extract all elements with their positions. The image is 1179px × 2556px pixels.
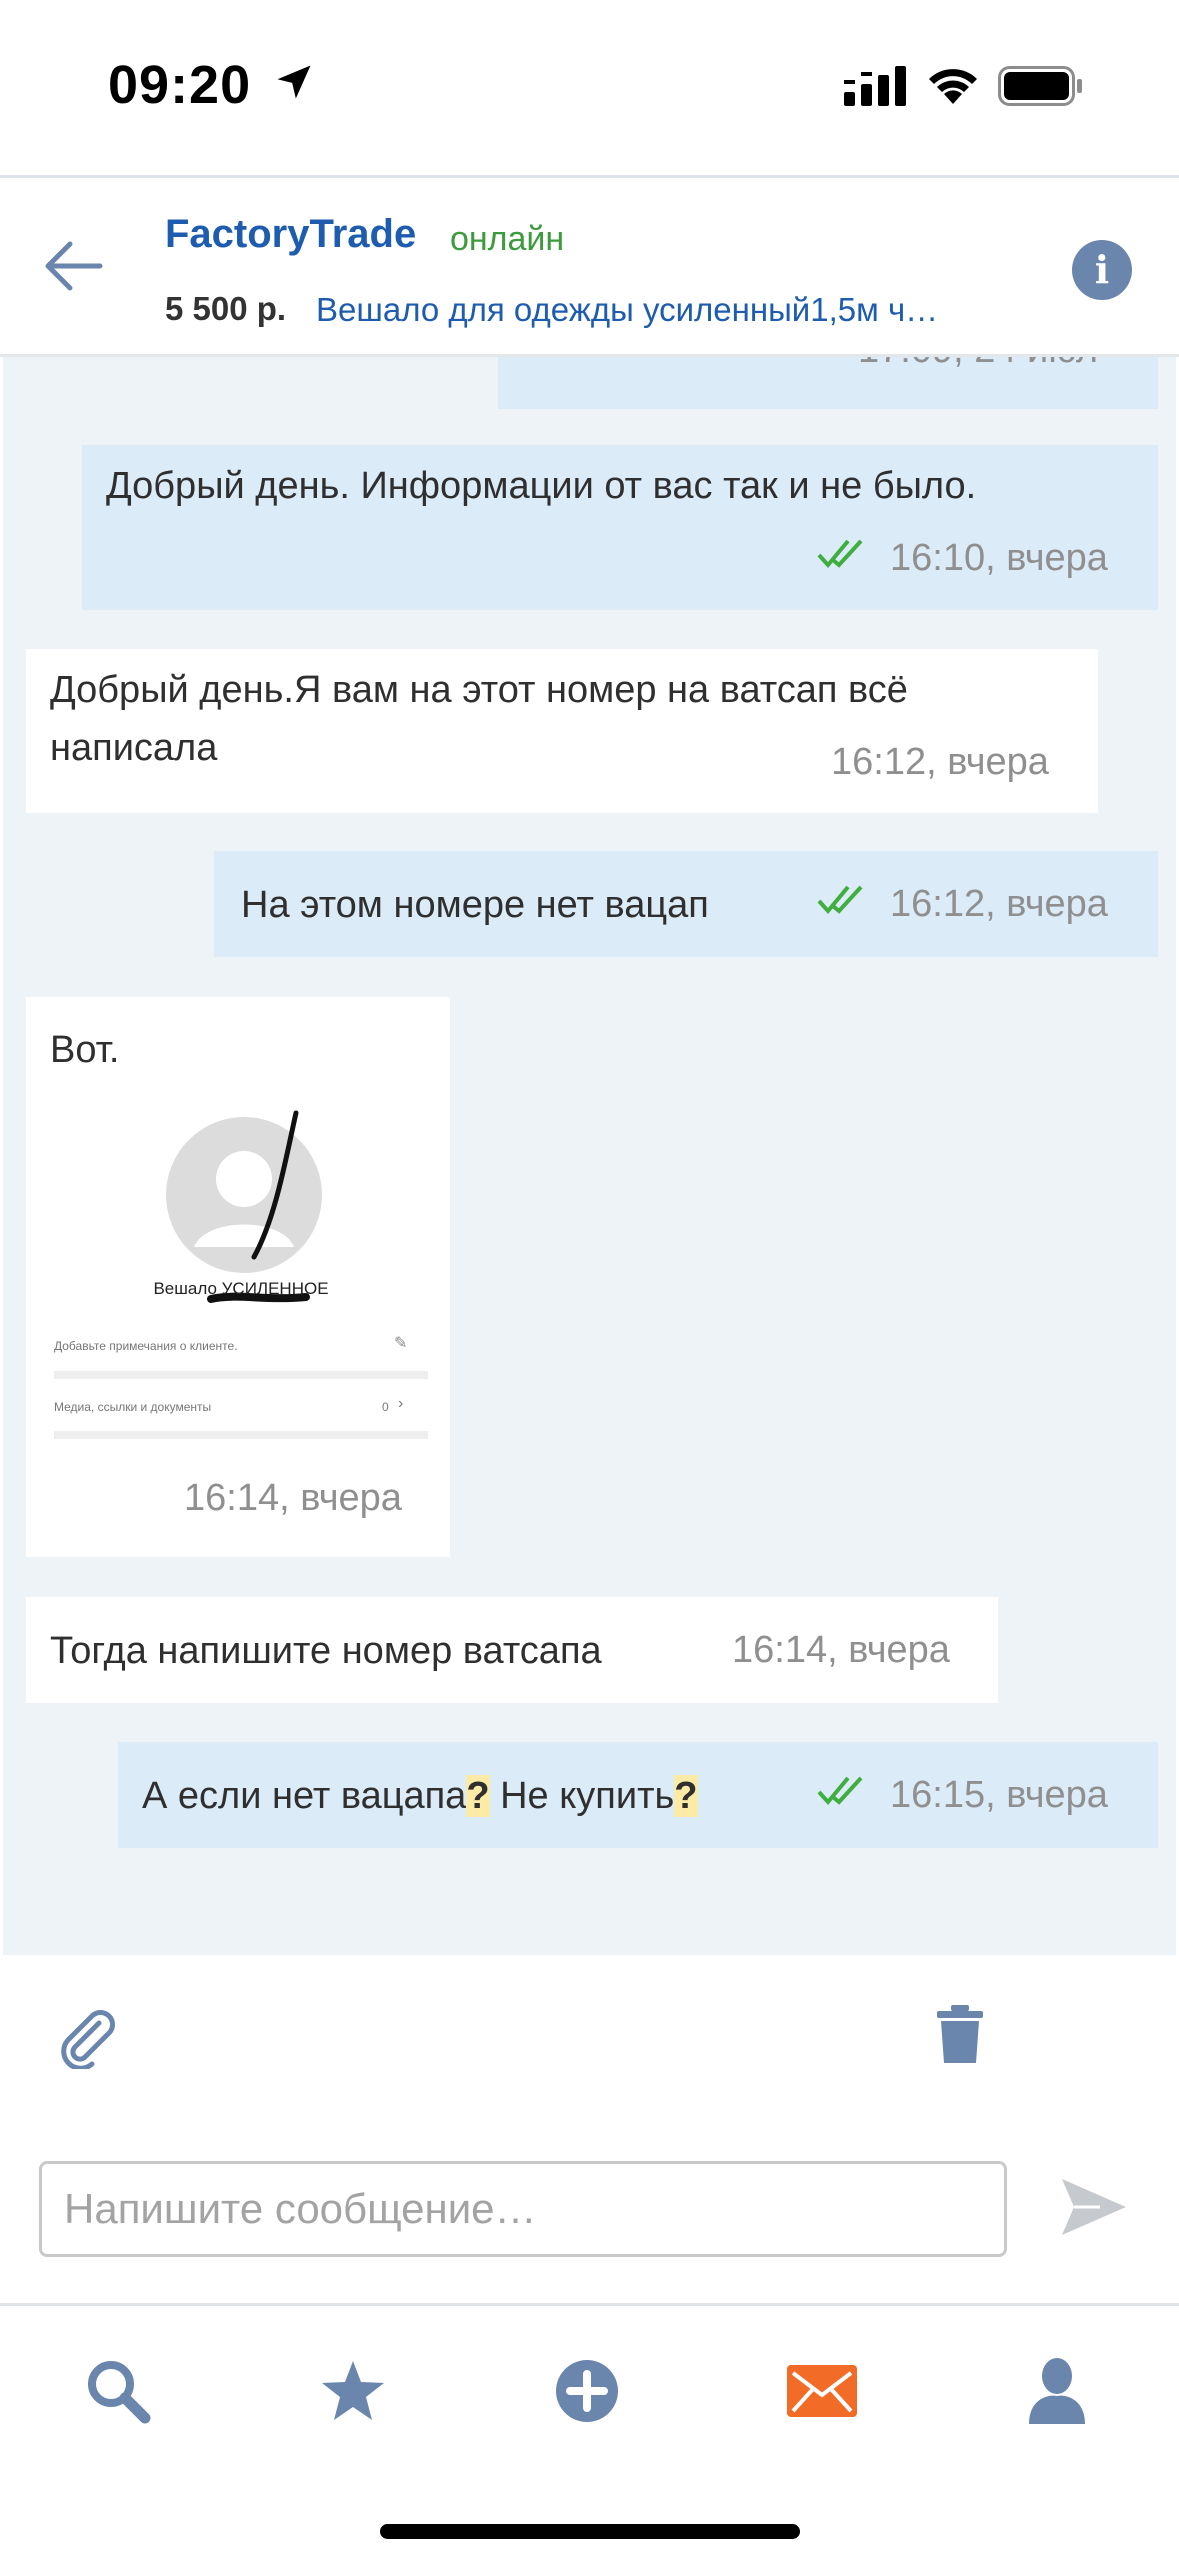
send-icon[interactable] [1060,2177,1128,2237]
product-price: 5 500 р. [165,290,287,327]
message-text: Добрый день. Информации от вас так и не … [106,465,977,507]
divider [54,1431,428,1439]
message-outgoing: 17:09, 24 июл [498,357,1158,409]
wifi-icon [929,69,977,104]
image-note: Добавьте примечания о клиенте. [54,1339,238,1353]
image-contact-title: Вешало УСИЛЕННОЕ [153,1279,329,1298]
search-icon [88,2361,151,2424]
message-outgoing: На этом номере нет вацап 16:12, вчера [214,851,1158,957]
star-icon [322,2361,384,2420]
message-time: 16:15, вчера [890,1774,1108,1816]
envelope-icon [787,2365,857,2417]
message-text: Тогда напишите номер ватсапа [50,1630,602,1672]
message-text: Вот. [50,1029,120,1071]
message-input[interactable] [39,2161,1007,2257]
double-check-icon [817,539,863,569]
chat-header: FactoryTrade онлайн 5 500 р. Вешало для … [0,175,1179,357]
tab-favorites[interactable] [313,2351,393,2431]
pencil-icon: ✎ [394,1335,408,1352]
composer [0,1955,1179,2305]
double-check-icon [817,885,863,915]
message-outgoing: Добрый день. Информации от вас так и не … [82,445,1158,610]
divider [54,1371,428,1379]
bottom-tab-bar [0,2303,1179,2556]
chevron-right-icon: › [398,1395,404,1412]
back-arrow-icon[interactable] [40,236,110,296]
message-time: 16:10, вчера [890,537,1108,579]
message-text: А если нет вацапа? Не купить? [142,1775,698,1817]
image-media-label: Медиа, ссылки и документы [54,1400,212,1414]
double-check-icon [817,1776,863,1806]
message-image[interactable]: Вешало УСИЛЕННОЕ Добавьте примечания о к… [46,1107,436,1462]
message-incoming: Тогда напишите номер ватсапа 16:14, вчер… [26,1597,998,1703]
cellular-signal-icon [844,66,906,106]
message-text: На этом номере нет вацап [241,884,709,926]
image-media-count: 0 [382,1400,389,1414]
message-incoming: Добрый день.Я вам на этот номер на ватса… [26,649,1098,813]
message-outgoing: А если нет вацапа? Не купить? 16:15, вче… [118,1742,1158,1848]
shop-name[interactable]: FactoryTrade [165,212,416,257]
location-arrow-icon [277,65,311,99]
tab-profile[interactable] [1017,2351,1097,2431]
message-incoming: Вот. Вешало УСИЛЕННОЕ Добавьте примечани… [26,997,450,1557]
message-time: 16:12, вчера [890,883,1108,925]
message-time: 16:14, вчера [184,1477,402,1519]
plus-circle-icon [556,2360,618,2422]
chat-messages: 17:09, 24 июл Добрый день. Информации от… [3,357,1176,1955]
battery-icon [998,66,1082,106]
tab-search[interactable] [78,2351,158,2431]
online-status: онлайн [450,220,565,258]
message-time: 16:12, вчера [831,741,1049,783]
message-time: 17:09, 24 июл [858,357,1098,372]
status-bar: 09:20 [0,0,1179,175]
scribble-redaction [207,1110,310,1303]
trash-icon[interactable] [935,2005,985,2065]
paperclip-icon[interactable] [55,2005,119,2069]
status-time: 09:20 [108,55,252,115]
home-indicator [380,2524,800,2539]
tab-add[interactable] [547,2351,627,2431]
tab-messages[interactable] [782,2351,862,2431]
info-icon[interactable]: i [1072,240,1132,300]
product-link[interactable]: Вешало для одежды усиленный1,5м ч… [316,291,938,329]
message-time: 16:14, вчера [732,1629,950,1671]
user-icon [1029,2358,1085,2424]
